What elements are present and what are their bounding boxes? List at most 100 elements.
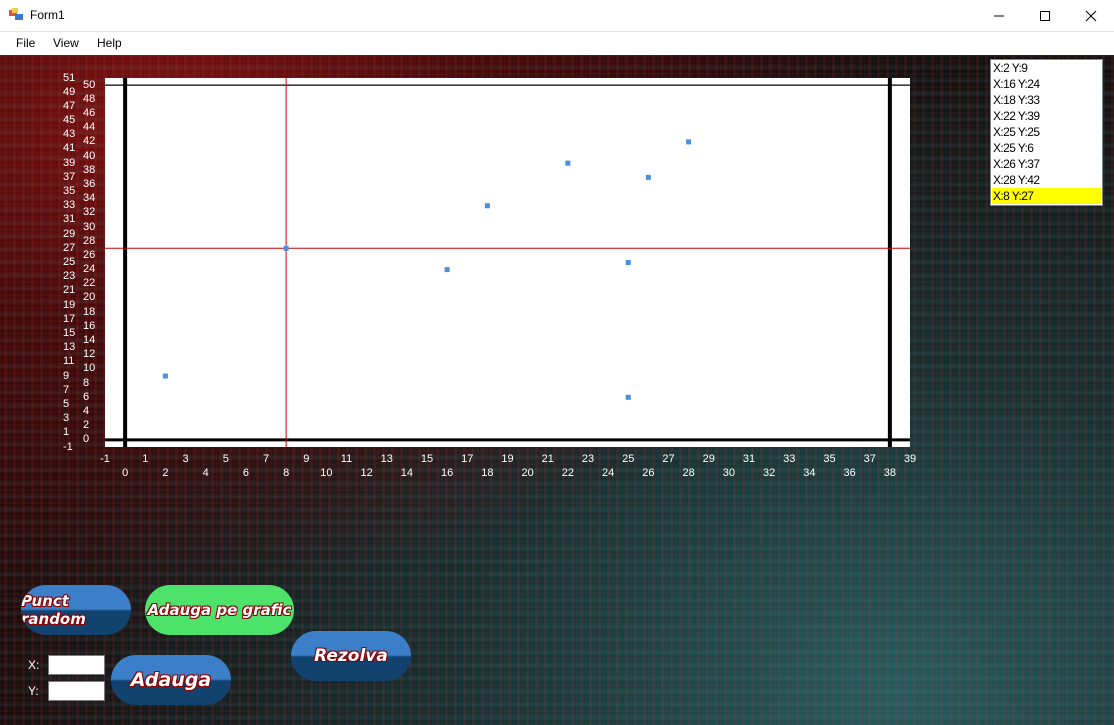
data-point [283, 245, 289, 251]
list-item[interactable]: X:25 Y:6 [992, 140, 1101, 156]
y-tick-label: 38 [83, 163, 96, 176]
list-item[interactable]: X:22 Y:39 [992, 108, 1101, 124]
y-tick-label: 28 [83, 234, 96, 247]
x-tick-label: 15 [420, 453, 434, 465]
x-tick-label: 13 [380, 453, 393, 465]
data-point [625, 260, 631, 265]
x-tick-label: 2 [162, 467, 169, 479]
x-tick-label: 29 [702, 453, 715, 465]
random-point-button[interactable]: Punct random [21, 585, 131, 635]
add-to-chart-button[interactable]: Adauga pe grafic [145, 585, 294, 635]
y-tick-label: 26 [83, 248, 96, 261]
x-tick-label: 19 [501, 453, 514, 465]
data-point [162, 373, 168, 379]
x-tick-label: 31 [742, 453, 756, 465]
y-tick-label: 4 [83, 405, 90, 418]
y-tick-label: 22 [83, 277, 96, 290]
x-tick-label: 27 [662, 453, 675, 465]
y-tick-label: 3 [63, 412, 70, 425]
y-tick-label: 6 [83, 390, 90, 403]
y-tick-label: 21 [63, 284, 76, 297]
x-tick-label: 26 [642, 467, 655, 479]
y-tick-label: 17 [63, 312, 76, 325]
y-tick-label: 40 [83, 149, 96, 162]
x-tick-label: 22 [561, 467, 574, 479]
y-tick-label: 37 [63, 170, 76, 183]
y-tick-label: 35 [63, 185, 76, 198]
y-tick-label: 43 [63, 128, 76, 141]
y-tick-label: 29 [63, 227, 76, 240]
x-tick-label: 33 [783, 453, 796, 465]
x-tick-label: 34 [803, 467, 816, 479]
x-tick-label: 21 [541, 453, 554, 465]
x-tick-label: 24 [602, 467, 615, 479]
y-tick-label: 36 [83, 177, 96, 190]
y-tick-label: 50 [83, 78, 96, 91]
y-tick-label: 8 [83, 376, 90, 389]
y-tick-label: 46 [83, 106, 96, 119]
x-tick-label: 38 [883, 467, 896, 479]
x-tick-label: 5 [222, 453, 229, 465]
y-tick-label: 11 [63, 355, 75, 368]
y-tick-label: 2 [83, 419, 90, 432]
data-point [565, 160, 571, 166]
y-tick-label: 44 [83, 121, 96, 134]
data-point [686, 139, 692, 145]
x-field-label: X: [28, 658, 40, 672]
x-tick-label: 4 [202, 467, 209, 479]
x-tick-label: 14 [400, 467, 413, 479]
y-tick-label: 5 [63, 397, 70, 410]
list-item[interactable]: X:8 Y:27 [992, 188, 1101, 204]
y-tick-label: 45 [63, 114, 76, 127]
x-tick-label: 30 [722, 467, 735, 479]
x-tick-label: 23 [581, 453, 595, 465]
x-input[interactable] [48, 655, 105, 675]
x-tick-label: 17 [461, 453, 474, 465]
y-tick-label: 16 [83, 319, 96, 332]
x-tick-label: 37 [863, 453, 876, 465]
y-tick-label: 14 [83, 334, 96, 347]
x-tick-label: 11 [340, 453, 353, 465]
y-tick-label: 23 [63, 270, 76, 283]
x-tick-label: 6 [242, 467, 249, 479]
list-item[interactable]: X:28 Y:42 [992, 172, 1101, 188]
y-tick-label: 30 [83, 220, 96, 233]
y-tick-label: 18 [83, 305, 96, 318]
data-point [484, 203, 490, 209]
y-tick-label: 34 [83, 192, 96, 205]
x-tick-label: 25 [622, 453, 635, 465]
y-tick-label: 49 [63, 85, 76, 98]
x-tick-label: -1 [100, 453, 110, 465]
data-point [444, 267, 450, 273]
list-item[interactable]: X:16 Y:24 [992, 76, 1101, 92]
list-item[interactable]: X:26 Y:37 [992, 156, 1101, 172]
y-input[interactable] [48, 681, 105, 701]
y-tick-label: 31 [63, 213, 76, 226]
y-tick-label: 24 [83, 263, 96, 276]
x-tick-label: 7 [262, 453, 270, 465]
y-tick-label: 27 [63, 241, 76, 254]
x-tick-label: 1 [142, 453, 149, 465]
y-tick-label: 13 [63, 341, 76, 354]
add-button[interactable]: Adauga [111, 655, 231, 705]
y-tick-label: 20 [83, 291, 96, 304]
x-tick-label: 39 [903, 453, 917, 465]
x-tick-label: 35 [823, 453, 836, 465]
x-tick-label: 36 [843, 467, 856, 479]
x-tick-label: 28 [682, 467, 695, 479]
points-listbox[interactable]: X:2 Y:9 X:16 Y:24 X:18 Y:33 X:22 Y:39 X:25 Y… [990, 59, 1103, 206]
x-tick-label: 18 [481, 467, 494, 479]
y-tick-label: 10 [83, 362, 96, 375]
y-tick-label: 47 [63, 99, 76, 112]
list-item[interactable]: X:25 Y:25 [992, 124, 1101, 140]
y-tick-label: 32 [83, 206, 96, 219]
data-point [625, 394, 631, 400]
x-tick-label: 10 [320, 467, 333, 479]
solve-button[interactable]: Rezolva [291, 631, 411, 681]
y-tick-label: 41 [63, 142, 76, 155]
list-item[interactable]: X:2 Y:9 [992, 60, 1101, 76]
x-tick-label: 0 [122, 467, 129, 479]
x-tick-label: 8 [283, 467, 290, 479]
list-item[interactable]: X:18 Y:33 [992, 92, 1101, 108]
data-point [645, 174, 651, 180]
